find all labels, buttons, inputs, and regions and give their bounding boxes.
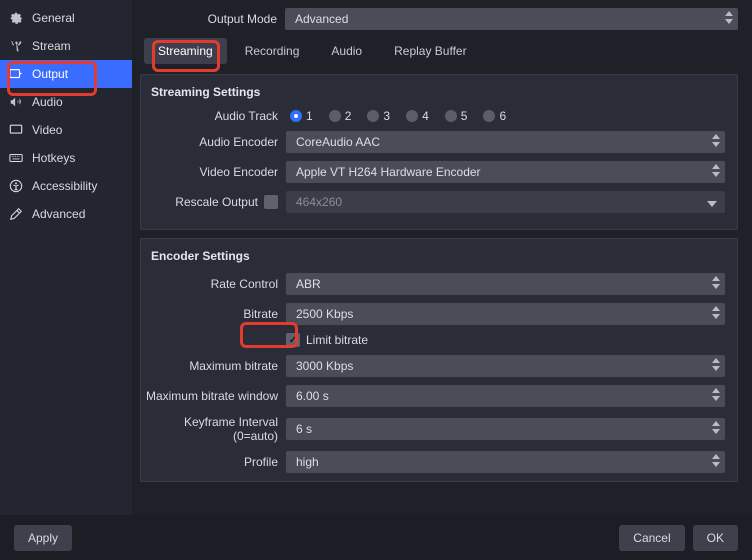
tab-audio[interactable]: Audio	[317, 38, 376, 64]
output-mode-select[interactable]: Advanced	[285, 8, 738, 30]
keyboard-icon	[8, 150, 24, 166]
max-bitrate-field[interactable]: 3000 Kbps	[286, 355, 725, 377]
video-encoder-select[interactable]: Apple VT H264 Hardware Encoder	[286, 161, 725, 183]
tabs: Streaming Recording Audio Replay Buffer	[144, 38, 738, 64]
audio-track-4[interactable]: 4	[406, 109, 429, 123]
audio-encoder-label: Audio Encoder	[141, 135, 286, 149]
tools-icon	[8, 206, 24, 222]
main-content: Output Mode Advanced Streaming Recording…	[132, 0, 752, 515]
ok-button[interactable]: OK	[693, 525, 738, 551]
sidebar-item-stream[interactable]: Stream	[0, 32, 132, 60]
sidebar-item-label: Advanced	[32, 207, 85, 221]
streaming-settings-panel: Streaming Settings Audio Track 1 2 3 4 5…	[140, 74, 738, 230]
sidebar-item-accessibility[interactable]: Accessibility	[0, 172, 132, 200]
sidebar-item-output[interactable]: Output	[0, 60, 132, 88]
audio-track-6[interactable]: 6	[483, 109, 506, 123]
footer: Apply Cancel OK	[0, 515, 752, 560]
sidebar-item-hotkeys[interactable]: Hotkeys	[0, 144, 132, 172]
panel-title: Streaming Settings	[141, 85, 725, 109]
sidebar-item-label: General	[32, 11, 75, 25]
sidebar-item-label: Stream	[32, 39, 71, 53]
sidebar-item-general[interactable]: General	[0, 4, 132, 32]
audio-track-2[interactable]: 2	[329, 109, 352, 123]
sidebar-item-advanced[interactable]: Advanced	[0, 200, 132, 228]
speaker-icon	[8, 94, 24, 110]
max-bitrate-label: Maximum bitrate	[141, 359, 286, 373]
output-icon	[8, 66, 24, 82]
bitrate-field[interactable]: 2500 Kbps	[286, 303, 725, 325]
panel-title: Encoder Settings	[141, 249, 725, 273]
limit-bitrate-checkbox[interactable]	[286, 333, 300, 347]
cancel-button[interactable]: Cancel	[619, 525, 684, 551]
limit-bitrate-label: Limit bitrate	[306, 333, 368, 347]
rescale-select[interactable]: 464x260	[286, 191, 725, 213]
bitrate-label: Bitrate	[141, 307, 286, 321]
profile-select[interactable]: high	[286, 451, 725, 473]
audio-track-3[interactable]: 3	[367, 109, 390, 123]
output-mode-label: Output Mode	[140, 12, 285, 26]
tab-recording[interactable]: Recording	[231, 38, 314, 64]
tab-streaming[interactable]: Streaming	[144, 38, 227, 64]
audio-track-1[interactable]: 1	[290, 109, 313, 123]
video-encoder-label: Video Encoder	[141, 165, 286, 179]
tab-replay-buffer[interactable]: Replay Buffer	[380, 38, 481, 64]
sidebar-item-label: Video	[32, 123, 62, 137]
antenna-icon	[8, 38, 24, 54]
audio-encoder-select[interactable]: CoreAudio AAC	[286, 131, 725, 153]
gear-icon	[8, 10, 24, 26]
accessibility-icon	[8, 178, 24, 194]
rate-control-select[interactable]: ABR	[286, 273, 725, 295]
keyframe-field[interactable]: 6 s	[286, 418, 725, 440]
keyframe-label: Keyframe Interval (0=auto)	[141, 415, 286, 443]
max-bitrate-window-label: Maximum bitrate window	[141, 389, 286, 403]
audio-track-label: Audio Track	[141, 109, 286, 123]
max-bitrate-window-field[interactable]: 6.00 s	[286, 385, 725, 407]
sidebar-item-audio[interactable]: Audio	[0, 88, 132, 116]
encoder-settings-panel: Encoder Settings Rate Control ABR Bitrat…	[140, 238, 738, 482]
rescale-label: Rescale Output	[175, 195, 258, 209]
monitor-icon	[8, 122, 24, 138]
sidebar-item-label: Accessibility	[32, 179, 97, 193]
audio-track-5[interactable]: 5	[445, 109, 468, 123]
rescale-checkbox[interactable]	[264, 195, 278, 209]
sidebar-item-label: Hotkeys	[32, 151, 75, 165]
sidebar-item-label: Audio	[32, 95, 63, 109]
audio-track-radios: 1 2 3 4 5 6	[286, 109, 725, 123]
rate-control-label: Rate Control	[141, 277, 286, 291]
profile-label: Profile	[141, 455, 286, 469]
sidebar-item-video[interactable]: Video	[0, 116, 132, 144]
sidebar-item-label: Output	[32, 67, 68, 81]
sidebar: General Stream Output Audio Video Hotkey…	[0, 0, 132, 515]
apply-button[interactable]: Apply	[14, 525, 72, 551]
